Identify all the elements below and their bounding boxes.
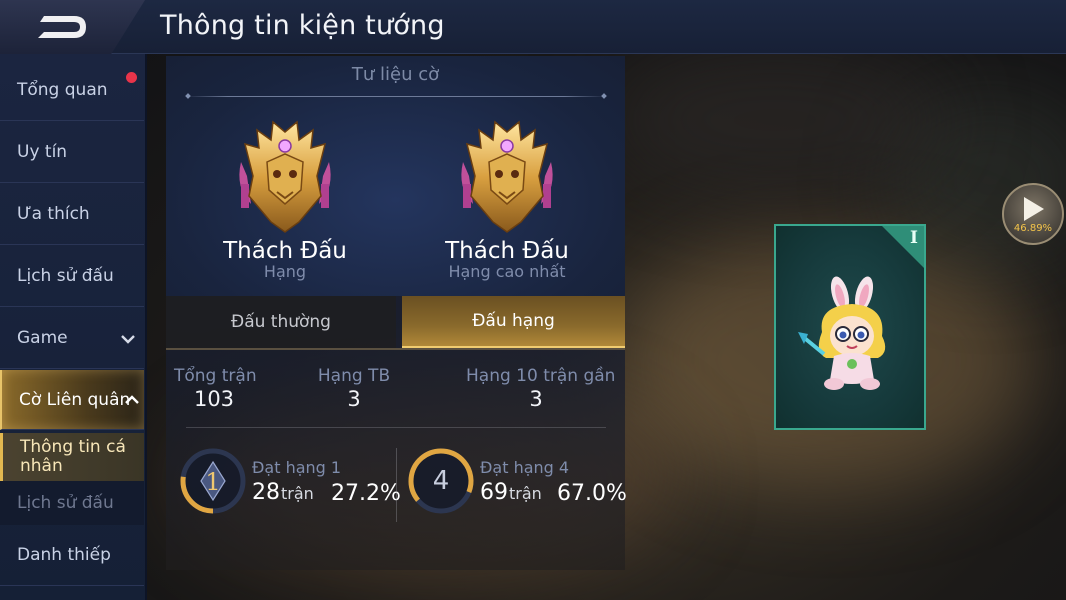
sidebar-item-label: Ưa thích	[17, 204, 90, 224]
chess-stats-panel: Tư liệu cờ Thách Đấu Hạng Thách Đấu Hạng…	[165, 56, 627, 570]
sidebar-subitem-label: Lịch sử đấu	[17, 493, 114, 513]
placement-percent: 27.2%	[331, 481, 401, 506]
header-bar: Thông tin kiện tướng	[0, 0, 1066, 56]
play-icon	[1024, 197, 1044, 221]
tab-divider	[166, 348, 625, 350]
stats-divider	[186, 427, 606, 428]
hero-chibi-icon	[798, 276, 886, 390]
sidebar-item-chess[interactable]: Cờ Liên quân	[0, 370, 144, 430]
sidebar-item-label: Danh thiếp	[17, 545, 111, 565]
placement-label: Đạt hạng 4	[480, 458, 570, 477]
stat-value: 3	[347, 387, 361, 411]
tab-normal-match[interactable]: Đấu thường	[166, 296, 396, 348]
sidebar-item-game[interactable]: Game	[0, 308, 144, 369]
first-place-number: 1	[205, 468, 220, 496]
placement-divider	[396, 448, 397, 522]
stat-value: 3	[529, 387, 543, 411]
back-button-area	[0, 0, 145, 56]
placement-label: Đạt hạng 1	[252, 458, 342, 477]
sidebar-item-namecard[interactable]: Danh thiếp	[0, 525, 144, 586]
hero-card[interactable]: I	[774, 224, 926, 430]
heading-divider	[186, 96, 606, 97]
sidebar-item-favorites[interactable]: Ưa thích	[0, 184, 144, 245]
tab-ranked-match[interactable]: Đấu hạng	[402, 296, 625, 348]
background-glow	[600, 40, 950, 200]
placement-fourth: 4 Đạt hạng 4 69trận 67.0%	[406, 446, 627, 526]
tab-label: Đấu thường	[231, 312, 331, 332]
stat-average-rank: Hạng TB 3	[314, 366, 394, 411]
sidebar-item-label: Tổng quan	[17, 80, 108, 100]
panel-heading: Tư liệu cờ	[351, 64, 440, 85]
sidebar-subitem-profile[interactable]: Thông tin cá nhân	[0, 433, 144, 481]
sidebar: Tổng quan Uy tín Ưa thích Lịch sử đấu Ga…	[0, 54, 147, 600]
sidebar-item-label: Uy tín	[17, 142, 68, 162]
stat-label: Tổng trận	[174, 366, 257, 386]
current-rank[interactable]: Thách Đấu Hạng	[165, 118, 405, 288]
placement-count: 69trận	[480, 480, 542, 505]
sidebar-item-label: Cờ Liên quân	[19, 389, 131, 410]
play-progress-percent: 46.89%	[1013, 223, 1053, 234]
rank-name: Thách Đấu	[223, 238, 347, 264]
first-place-badge-icon: 1	[180, 448, 246, 514]
rank-caption: Hạng	[263, 262, 307, 281]
placement-percent: 67.0%	[557, 481, 627, 506]
fourth-place-badge-icon: 4	[408, 448, 474, 514]
rank-caption: Hạng cao nhất	[448, 262, 566, 281]
chevron-up-icon	[125, 395, 139, 404]
tab-label: Đấu hạng	[472, 311, 555, 331]
highest-rank[interactable]: Thách Đấu Hạng cao nhất	[387, 118, 627, 288]
placement-count: 28trận	[252, 480, 314, 505]
stat-total-matches: Tổng trận 103	[174, 366, 257, 411]
sidebar-item-match-history[interactable]: Lịch sử đấu	[0, 246, 144, 307]
challenger-rank-emblem-icon	[239, 120, 331, 233]
card-tier-label: I	[910, 228, 918, 248]
sidebar-item-overview[interactable]: Tổng quan	[0, 60, 144, 121]
stat-label: Hạng TB	[317, 366, 391, 386]
placement-first: 1 Đạt hạng 1 28trận 27.2%	[178, 446, 401, 526]
stat-recent-rank: Hạng 10 trận gần 3	[466, 366, 616, 411]
play-replay-button[interactable]: 46.89%	[1002, 183, 1064, 245]
sidebar-item-reputation[interactable]: Uy tín	[0, 122, 144, 183]
sidebar-subitem-label: Thông tin cá nhân	[20, 437, 126, 476]
sidebar-item-label: Game	[17, 328, 68, 348]
sidebar-item-label: Lịch sử đấu	[17, 266, 114, 286]
rank-name: Thách Đấu	[445, 238, 569, 264]
fourth-place-number: 4	[433, 466, 450, 496]
page-title: Thông tin kiện tướng	[160, 10, 445, 41]
stat-value: 103	[193, 387, 235, 411]
notification-dot	[126, 72, 137, 83]
back-arrow-icon[interactable]	[30, 10, 94, 44]
stat-label: Hạng 10 trận gần	[466, 366, 616, 386]
chevron-down-icon	[121, 335, 135, 344]
sidebar-subitem-history[interactable]: Lịch sử đấu	[0, 481, 144, 525]
challenger-rank-emblem-icon	[461, 120, 553, 233]
